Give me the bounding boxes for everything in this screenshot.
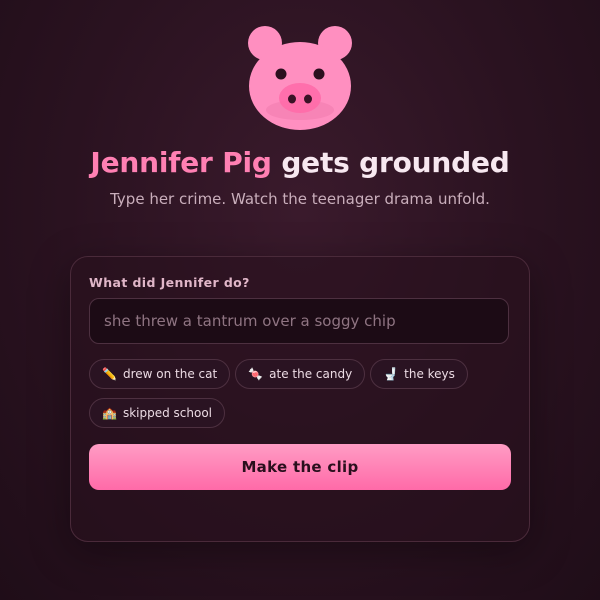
title-rest: gets grounded — [281, 146, 510, 179]
chip-label: drew on the cat — [122, 367, 218, 381]
suggestion-chips: ✏️ drew on the cat 🍬 ate the candy 🚽 the… — [89, 359, 519, 437]
page-title: Jennifer Pig gets grounded — [0, 146, 600, 179]
crime-question-label: What did Jennifer do? — [89, 275, 250, 290]
pencil-icon: ✏️ — [102, 367, 117, 381]
chip-label: skipped school — [122, 406, 213, 420]
candy-icon: 🍬 — [248, 367, 264, 381]
suggestion-chip-ate-the-candy[interactable]: 🍬 ate the candy — [235, 359, 366, 389]
school-icon: 🏫 — [102, 406, 117, 420]
crime-form-card: What did Jennifer do? ✏️ drew on the cat… — [70, 256, 530, 542]
pig-logo-icon — [248, 26, 352, 130]
make-clip-button[interactable]: Make the clip — [89, 444, 511, 490]
title-name: Jennifer Pig — [90, 146, 272, 179]
suggestion-chip-drew-on-the-cat[interactable]: ✏️ drew on the cat — [89, 359, 231, 389]
toilet-icon: 🚽 — [383, 367, 399, 381]
crime-input[interactable] — [89, 298, 509, 344]
suggestion-chip-skipped-school[interactable]: 🏫 skipped school — [89, 398, 226, 428]
chip-label: the keys — [404, 367, 455, 381]
suggestion-chip-the-keys[interactable]: 🚽 the keys — [370, 359, 468, 389]
page-subtitle: Type her crime. Watch the teenager drama… — [110, 190, 490, 208]
chip-label: ate the candy — [269, 367, 353, 381]
